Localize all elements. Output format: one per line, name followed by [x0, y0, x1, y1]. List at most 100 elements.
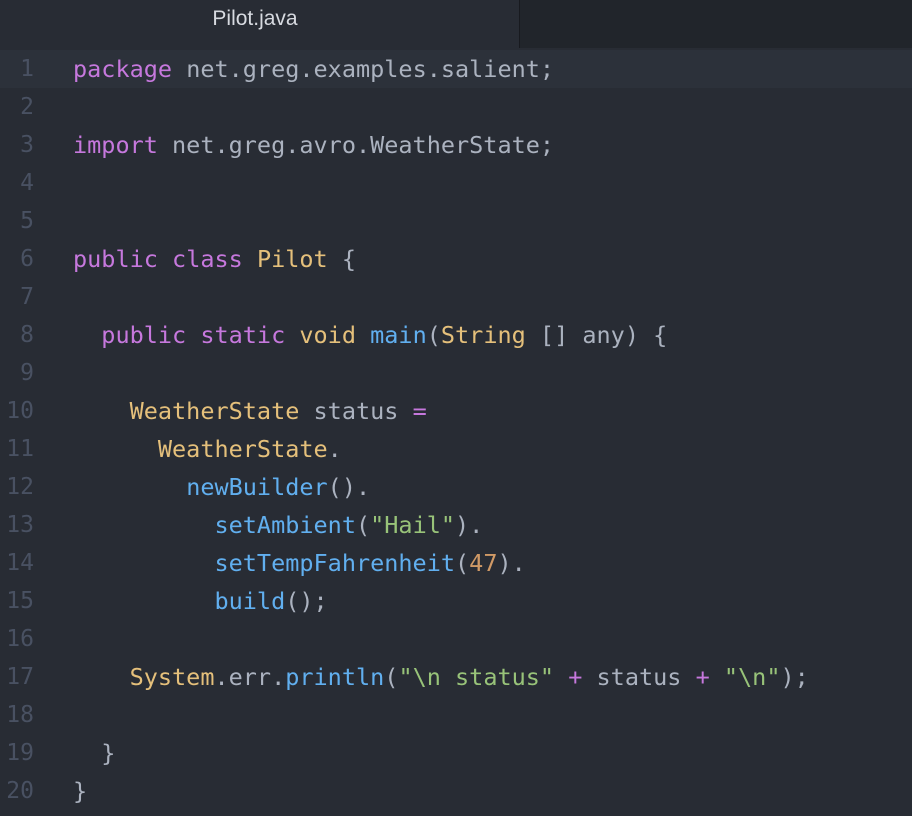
code-token: println	[285, 663, 385, 691]
code-token: static	[200, 321, 286, 349]
line-number: 1	[20, 56, 34, 82]
line-number: 15	[6, 588, 34, 614]
code-text: System.err.println("\n status" + status …	[73, 658, 809, 696]
line-number: 14	[6, 550, 34, 576]
code-line[interactable]: 6 public class Pilot {	[0, 240, 912, 278]
code-text: package net.greg.examples.salient;	[73, 50, 554, 88]
code-line[interactable]: 14 setTempFahrenheit(47).	[0, 544, 912, 582]
line-number: 3	[20, 132, 34, 158]
code-token: =	[412, 397, 427, 425]
code-line[interactable]: 2	[0, 88, 912, 126]
code-text: newBuilder().	[73, 468, 370, 506]
code-line[interactable]: 10 WeatherState status =	[0, 392, 912, 430]
code-token: System	[129, 663, 215, 691]
code-text: build();	[73, 582, 328, 620]
code-text: WeatherState status =	[73, 392, 427, 430]
tab-title: Pilot.java	[212, 7, 298, 30]
tab-divider	[519, 0, 520, 48]
tab-pilot-java[interactable]: Pilot.java	[0, 0, 519, 48]
line-number: 7	[20, 284, 34, 310]
code-token: );	[780, 663, 809, 691]
line-number: 16	[6, 626, 34, 652]
code-token: void	[299, 321, 356, 349]
code-token: Pilot	[256, 245, 328, 273]
code-text: public static void main(String [] any) {	[73, 316, 667, 354]
code-line[interactable]: 20}	[0, 772, 912, 810]
line-number: 12	[6, 474, 34, 500]
line-number: 6	[20, 246, 34, 272]
code-token: 47	[469, 549, 498, 577]
code-token: "\n"	[723, 663, 781, 691]
line-number: 8	[20, 322, 34, 348]
code-text: import net.greg.avro.WeatherState;	[73, 126, 554, 164]
line-number: 4	[20, 170, 34, 196]
code-line[interactable]: 13 setAmbient("Hail").	[0, 506, 912, 544]
code-token: "Hail"	[370, 511, 456, 539]
code-line[interactable]: 5	[0, 202, 912, 240]
code-token: +	[695, 663, 710, 691]
code-token: net.greg.examples.salient;	[172, 55, 555, 83]
code-line[interactable]: 9	[0, 354, 912, 392]
editor-window: Pilot.java 1 package net.greg.examples.sa…	[0, 0, 912, 816]
code-text: }	[73, 772, 87, 810]
code-line[interactable]: 11 WeatherState.	[0, 430, 912, 468]
line-number: 10	[6, 398, 34, 424]
code-token: newBuilder	[186, 473, 328, 501]
code-text: setAmbient("Hail").	[73, 506, 483, 544]
code-token: +	[568, 663, 583, 691]
code-line[interactable]: 7	[0, 278, 912, 316]
code-line[interactable]: 16	[0, 620, 912, 658]
line-number: 20	[6, 778, 34, 804]
code-line[interactable]: 17 System.err.println("\n status" + stat…	[0, 658, 912, 696]
code-line[interactable]: 1 package net.greg.examples.salient;	[0, 50, 912, 88]
code-token: net.greg.avro.WeatherState;	[157, 131, 555, 159]
code-line[interactable]: 19 }	[0, 734, 912, 772]
code-token: ().	[327, 473, 371, 501]
code-token: WeatherState	[157, 435, 328, 463]
line-number: 9	[20, 360, 34, 386]
code-line[interactable]: 15 build();	[0, 582, 912, 620]
code-line[interactable]: 12 newBuilder().	[0, 468, 912, 506]
code-text: WeatherState.	[73, 430, 342, 468]
code-line[interactable]: 4	[0, 164, 912, 202]
code-token: }	[73, 739, 116, 767]
line-number: 5	[20, 208, 34, 234]
code-line[interactable]: 8 public static void main(String [] any)…	[0, 316, 912, 354]
line-number: 18	[6, 702, 34, 728]
code-token: }	[73, 777, 88, 805]
code-token: ).	[497, 549, 526, 577]
line-number: 17	[6, 664, 34, 690]
code-token: WeatherState	[129, 397, 300, 425]
code-line[interactable]: 18	[0, 696, 912, 734]
code-token: (	[426, 321, 441, 349]
code-token: (	[355, 511, 371, 539]
code-token: setAmbient	[214, 511, 356, 539]
code-text: setTempFahrenheit(47).	[73, 544, 526, 582]
line-number: 19	[6, 740, 34, 766]
code-line[interactable]: 3 import net.greg.avro.WeatherState;	[0, 126, 912, 164]
line-number: 11	[6, 436, 34, 462]
code-text: }	[73, 734, 115, 772]
line-number: 2	[20, 94, 34, 120]
code-editor[interactable]: 1 package net.greg.examples.salient; 2 3 imp…	[0, 48, 912, 816]
code-token: ();	[285, 587, 328, 615]
code-token: ).	[455, 511, 484, 539]
code-token: String	[440, 321, 526, 349]
code-token: .err.	[214, 663, 286, 691]
code-token: build	[214, 587, 286, 615]
code-token: public	[73, 245, 158, 273]
code-token: {	[327, 245, 356, 273]
code-token: (	[455, 549, 470, 577]
